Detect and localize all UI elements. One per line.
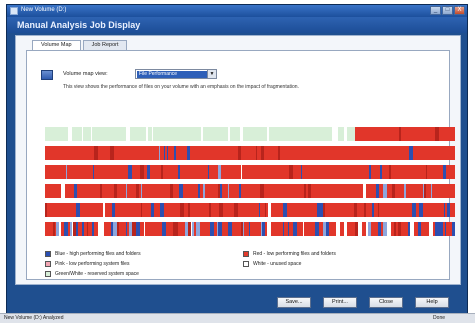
pink-swatch [45, 261, 51, 267]
volume-map-block [452, 184, 455, 198]
print-button[interactable]: Print... [323, 297, 357, 308]
volume-map-block [453, 127, 455, 141]
legend-label: White - unused space [253, 261, 302, 267]
view-select-label: Volume map view: [63, 71, 108, 77]
window-title: New Volume (D:) [21, 7, 67, 13]
volume-map-row [45, 184, 455, 198]
page-title: Manual Analysis Job Display [17, 20, 141, 30]
header-band: Manual Analysis Job Display [7, 17, 467, 33]
status-state: Done [433, 315, 445, 321]
legend-label: Pink - low performing system files [55, 261, 130, 267]
white-swatch [243, 261, 249, 267]
legend-item-blue: Blue - high performing files and folders [45, 251, 141, 257]
legend-label: Red - low performing files and folders [253, 251, 336, 257]
volume-map-row [45, 127, 455, 141]
chevron-down-icon[interactable]: ▼ [207, 70, 216, 78]
minimize-button[interactable]: _ [430, 6, 441, 15]
volume-map-icon [41, 70, 53, 80]
volume-map[interactable] [45, 127, 455, 245]
maximize-button[interactable]: □ [442, 6, 453, 15]
green-swatch [45, 271, 51, 277]
legend-item-pink: Pink - low performing system files [45, 261, 129, 267]
tab-job-report[interactable]: Job Report [82, 40, 128, 50]
view-description: This view shows the performance of files… [63, 84, 299, 90]
save-button[interactable]: Save... [277, 297, 311, 308]
volume-map-row [45, 203, 455, 217]
volume-map-block [454, 203, 455, 217]
legend-label: Green/White - reserved system space [55, 271, 139, 277]
help-button[interactable]: Help [415, 297, 449, 308]
close-window-button[interactable]: X [454, 6, 465, 15]
volume-map-row [45, 146, 455, 160]
main-panel: Volume Map Job Report Volume map view: F… [15, 35, 461, 285]
status-bar: New Volume (D:) Analyzed Done [0, 313, 475, 323]
legend-label: Blue - high performing files and folders [55, 251, 141, 257]
close-button[interactable]: Close [369, 297, 403, 308]
volume-map-block [454, 165, 455, 179]
red-swatch [243, 251, 249, 257]
legend-item-green: Green/White - reserved system space [45, 271, 139, 277]
app-icon [10, 7, 18, 15]
app-window: New Volume (D:) _ □ X Manual Analysis Jo… [6, 4, 468, 316]
legend-item-red: Red - low performing files and folders [243, 251, 336, 257]
tab-content: Volume map view: File Performance ▼ This… [26, 50, 455, 280]
button-bar: Save... Print... Close Help [7, 289, 467, 315]
volume-map-row [45, 222, 455, 236]
title-bar[interactable]: New Volume (D:) _ □ X [7, 5, 467, 17]
volume-map-view-select[interactable]: File Performance ▼ [135, 69, 217, 79]
legend-item-white: White - unused space [243, 261, 301, 267]
volume-map-row [45, 165, 455, 179]
select-value: File Performance [137, 71, 207, 78]
volume-map-block [452, 146, 455, 160]
volume-map-block [452, 222, 455, 236]
tab-strip: Volume Map Job Report [32, 40, 128, 51]
blue-swatch [45, 251, 51, 257]
status-text: New Volume (D:) Analyzed [4, 315, 64, 321]
